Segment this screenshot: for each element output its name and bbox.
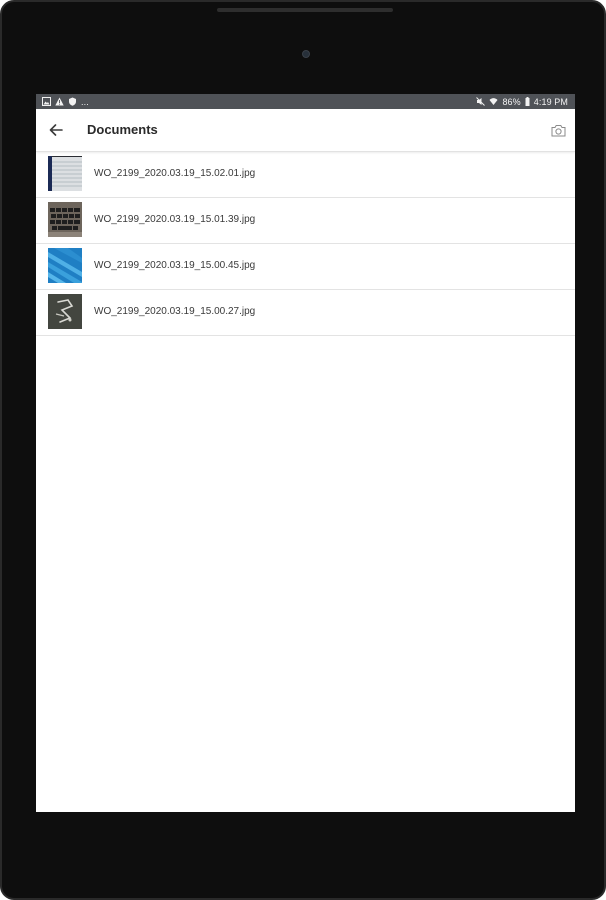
status-overflow-indicator: ... <box>81 96 89 107</box>
file-thumbnail <box>48 156 82 191</box>
page-title: Documents <box>87 122 158 137</box>
battery-icon <box>525 97 530 106</box>
file-row[interactable]: WO_2199_2020.03.19_15.01.39.jpg <box>36 198 575 244</box>
front-camera-lens <box>302 50 310 58</box>
back-button[interactable] <box>46 120 66 140</box>
wifi-icon <box>489 97 498 106</box>
app-screen: ... 86% 4:19 PM Documents WO_2199_2020.0… <box>36 94 575 812</box>
device-top-slot <box>217 8 393 12</box>
battery-percentage: 86% <box>502 96 521 107</box>
shield-notification-icon <box>68 97 77 106</box>
warning-notification-icon <box>55 97 64 106</box>
mute-icon <box>476 97 486 106</box>
status-time: 4:19 PM <box>533 96 568 107</box>
gallery-notification-icon <box>42 97 51 106</box>
status-notifications: ... <box>42 96 89 107</box>
file-list: WO_2199_2020.03.19_15.02.01.jpg WO_2199_… <box>36 152 575 336</box>
camera-icon <box>551 124 566 137</box>
status-bar: ... 86% 4:19 PM <box>36 94 575 109</box>
file-name: WO_2199_2020.03.19_15.00.27.jpg <box>94 306 256 317</box>
arrow-left-icon <box>49 123 63 137</box>
file-row[interactable]: WO_2199_2020.03.19_15.02.01.jpg <box>36 152 575 198</box>
file-thumbnail <box>48 294 82 329</box>
camera-button[interactable] <box>548 120 568 140</box>
file-row[interactable]: WO_2199_2020.03.19_15.00.45.jpg <box>36 244 575 290</box>
file-row[interactable]: WO_2199_2020.03.19_15.00.27.jpg <box>36 290 575 336</box>
file-thumbnail <box>48 202 82 237</box>
file-thumbnail <box>48 248 82 283</box>
file-name: WO_2199_2020.03.19_15.01.39.jpg <box>94 214 256 225</box>
status-system-info: 86% 4:19 PM <box>476 95 568 108</box>
file-name: WO_2199_2020.03.19_15.02.01.jpg <box>94 168 256 179</box>
tablet-device-frame: ... 86% 4:19 PM Documents WO_2199_2020.0… <box>0 0 606 900</box>
app-bar: Documents <box>36 109 575 152</box>
file-name: WO_2199_2020.03.19_15.00.45.jpg <box>94 260 256 271</box>
